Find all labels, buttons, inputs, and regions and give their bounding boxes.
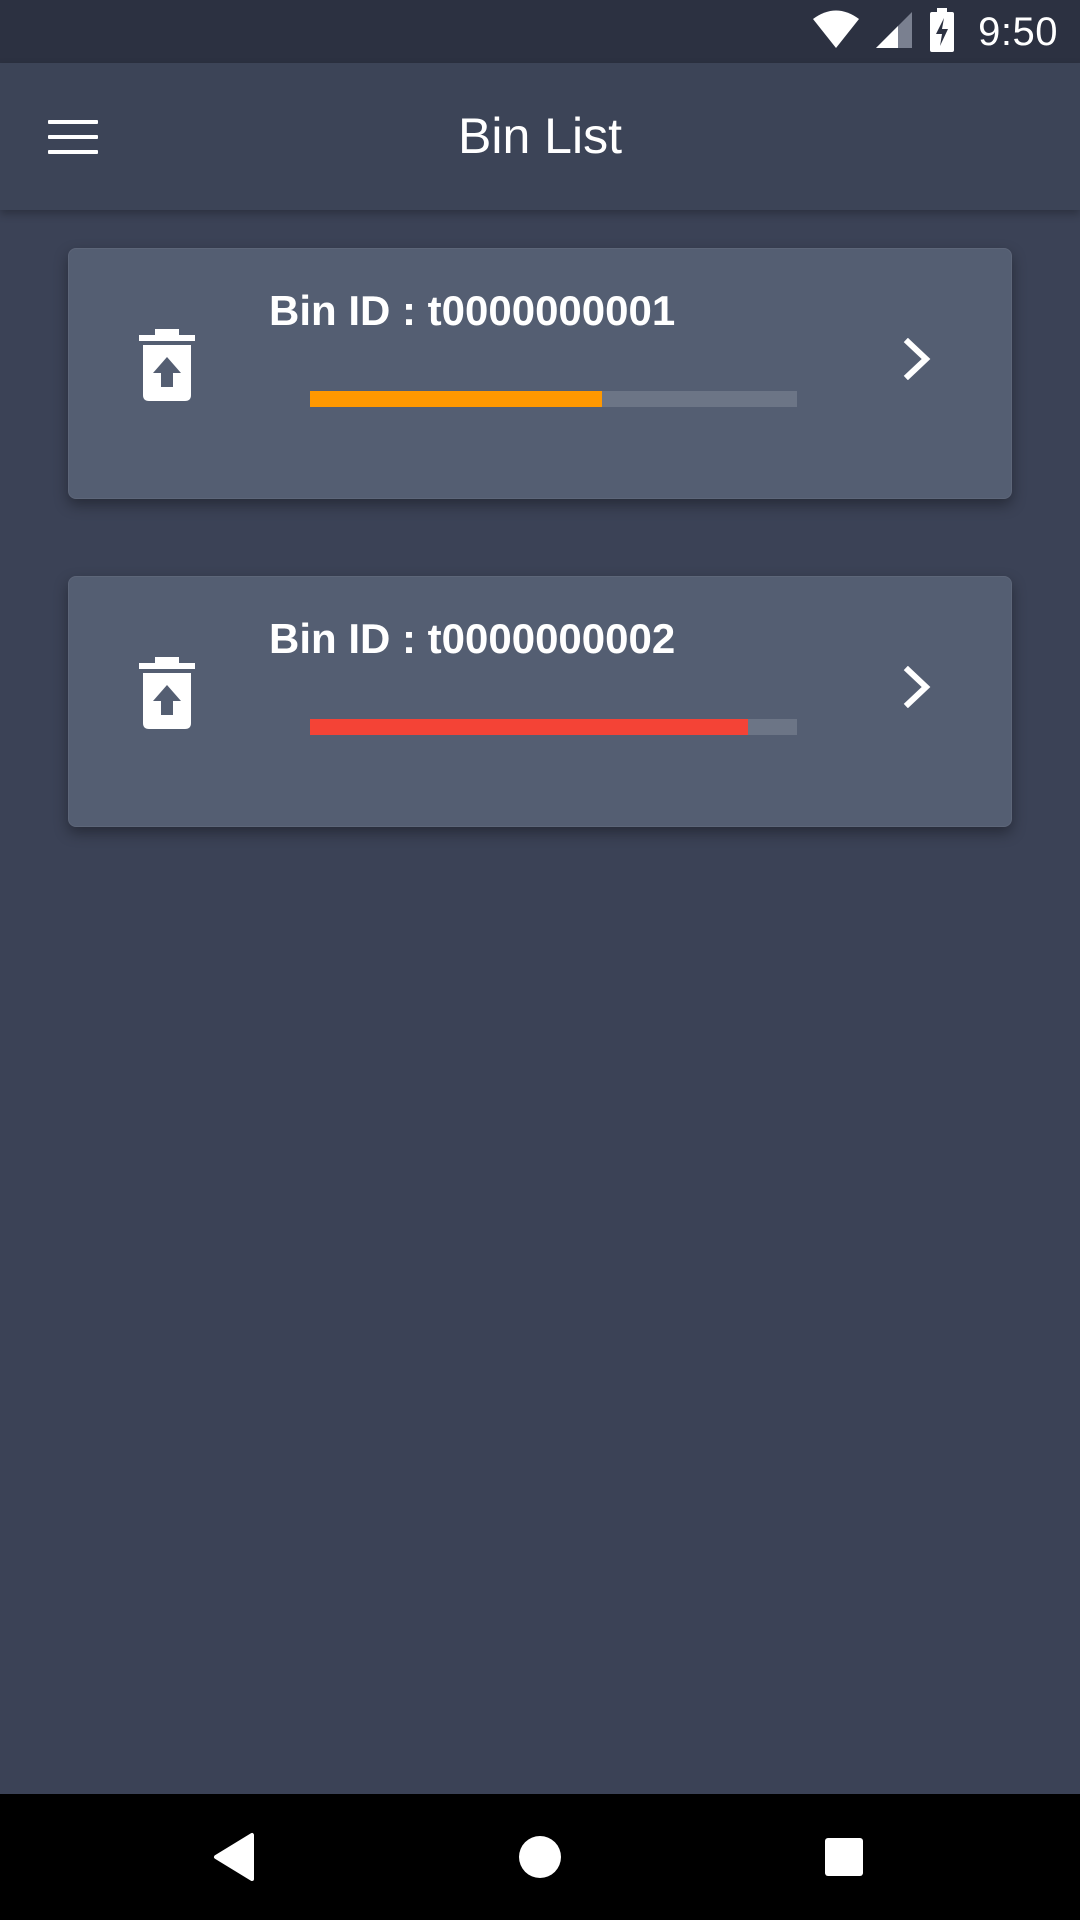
status-bar: 9:50 [0,0,1080,63]
back-button[interactable] [203,1824,269,1890]
recents-button[interactable] [811,1824,877,1890]
fill-level-track [310,719,797,735]
trash-restore-icon [137,329,197,401]
recents-icon [825,1838,863,1876]
bin-id-label: Bin ID : t0000000002 [269,615,676,662]
bin-list: Bin ID : t0000000001 Bin ID : t000000000… [68,248,1012,904]
chevron-right-icon[interactable] [895,333,939,385]
bin-id-label: Bin ID : t0000000001 [269,287,676,334]
status-icons: 9:50 [812,7,1058,57]
chevron-right-icon[interactable] [895,661,939,713]
back-icon [214,1833,254,1881]
app-bar: Bin List [0,63,1080,210]
wifi-icon [812,10,860,55]
fill-level-bar [310,391,603,407]
fill-level-bar [310,719,749,735]
status-time: 9:50 [978,9,1058,54]
cell-signal-icon [874,10,914,55]
screen: 9:50 Bin List Bin ID : t0000000001 Bin I… [0,0,1080,1920]
fill-level-track [310,391,797,407]
bin-card-1[interactable]: Bin ID : t0000000001 [68,248,1012,499]
home-button[interactable] [507,1824,573,1890]
page-title: Bin List [458,108,622,164]
trash-restore-icon [137,657,197,729]
battery-charging-icon [928,7,956,57]
home-icon [519,1836,561,1878]
bin-card-2[interactable]: Bin ID : t0000000002 [68,576,1012,827]
navigation-bar [0,1794,1080,1920]
